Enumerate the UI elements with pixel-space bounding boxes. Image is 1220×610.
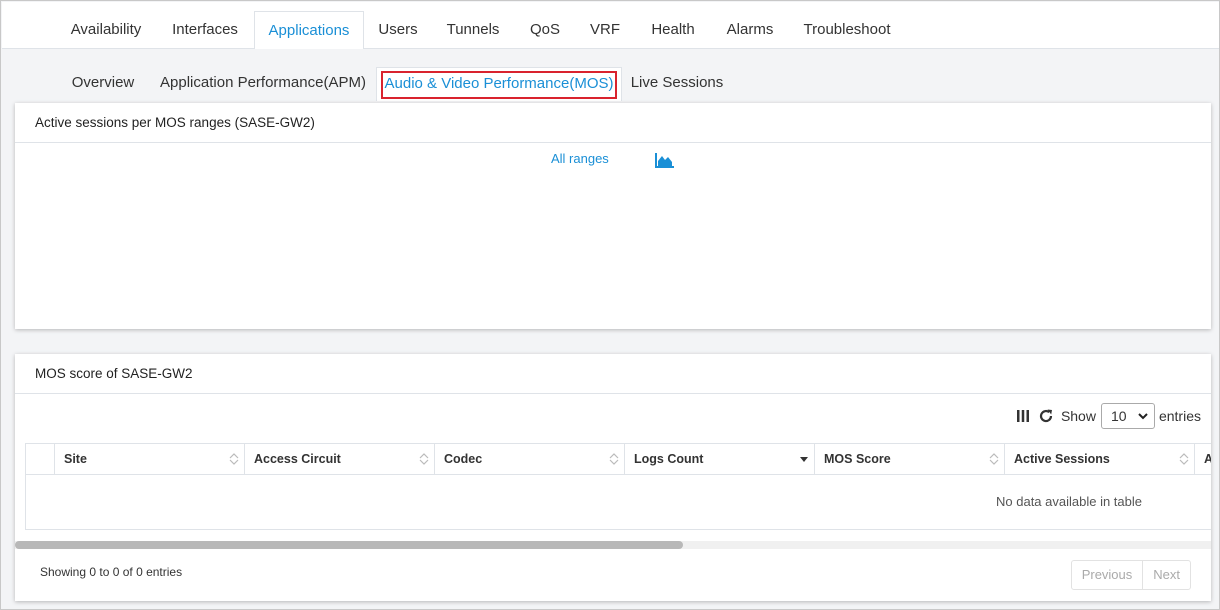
subtab-overview[interactable]: Overview [60,67,146,101]
tab-tunnels[interactable]: Tunnels [438,11,508,50]
mos-panel: MOS score of SASE-GW2 Show 10 entries Si… [15,354,1211,601]
sort-desc-icon [800,457,808,462]
sort-icon [1179,453,1189,465]
column-header-logs-count[interactable]: Logs Count [625,444,815,475]
next-button[interactable]: Next [1142,561,1190,589]
tab-troubleshoot[interactable]: Troubleshoot [794,11,900,50]
mos-table: Site Access Circuit Codec Logs Count MOS… [25,443,1211,530]
columns-icon[interactable] [1015,408,1031,424]
mos-panel-title: MOS score of SASE-GW2 [15,354,1211,394]
scrollbar-thumb[interactable] [15,541,683,549]
table-toolbar: Show 10 entries [1015,403,1201,429]
column-header-active-sessions[interactable]: Active Sessions [1005,444,1195,475]
subtab-live-sessions[interactable]: Live Sessions [626,67,728,101]
tab-vrf[interactable]: VRF [582,11,628,50]
empty-table-message: No data available in table [996,494,1142,509]
column-header-label: Access Circuit [254,452,341,466]
sort-icon [229,453,239,465]
sub-tab-bar: Overview Application Performance(APM) Au… [2,49,1219,102]
all-ranges-link[interactable]: All ranges [551,151,609,166]
tab-applications[interactable]: Applications [254,11,364,50]
show-label: Show [1060,408,1096,424]
refresh-icon[interactable] [1038,408,1054,424]
previous-button[interactable]: Previous [1072,561,1143,589]
sort-icon [609,453,619,465]
sort-icon [989,453,999,465]
column-header-select[interactable] [26,444,55,475]
tab-health[interactable]: Health [640,11,706,50]
sort-icon [419,453,429,465]
column-header-label: Codec [444,452,483,466]
column-header-mos-score[interactable]: MOS Score [815,444,1005,475]
column-header-label: MOS Score [824,452,891,466]
entries-label: entries [1158,408,1201,424]
sessions-panel: Active sessions per MOS ranges (SASE-GW2… [15,103,1211,329]
page-size-value: 10 [1110,408,1127,424]
area-chart-icon[interactable] [655,152,675,168]
table-info: Showing 0 to 0 of 0 entries [40,565,183,579]
sessions-panel-title: Active sessions per MOS ranges (SASE-GW2… [15,103,1211,143]
column-header-label: Site [64,452,87,466]
tab-alarms[interactable]: Alarms [716,11,784,50]
pagination: Previous Next [1070,560,1191,590]
column-header-codec[interactable]: Codec [435,444,625,475]
tab-availability[interactable]: Availability [58,11,154,50]
chevron-down-icon [1138,413,1148,420]
tab-qos[interactable]: QoS [518,11,572,50]
column-header-label: Active Sessions [1014,452,1110,466]
top-tab-bar: Availability Interfaces Applications Use… [2,2,1219,50]
column-header-access-circuit[interactable]: Access Circuit [245,444,435,475]
horizontal-scrollbar[interactable] [15,541,1211,549]
page-size-select[interactable]: 10 [1100,403,1155,429]
column-header-truncated[interactable]: A [1195,444,1211,475]
app-frame: Availability Interfaces Applications Use… [0,0,1220,610]
subtab-mos[interactable]: Audio & Video Performance(MOS) [376,67,622,101]
tab-users[interactable]: Users [368,11,428,50]
subtab-apm[interactable]: Application Performance(APM) [154,67,372,101]
active-tab-highlight [381,71,617,99]
tab-interfaces[interactable]: Interfaces [160,11,250,50]
table-header: Site Access Circuit Codec Logs Count MOS… [26,444,1211,475]
column-header-site[interactable]: Site [55,444,245,475]
column-header-label: Logs Count [634,452,704,466]
